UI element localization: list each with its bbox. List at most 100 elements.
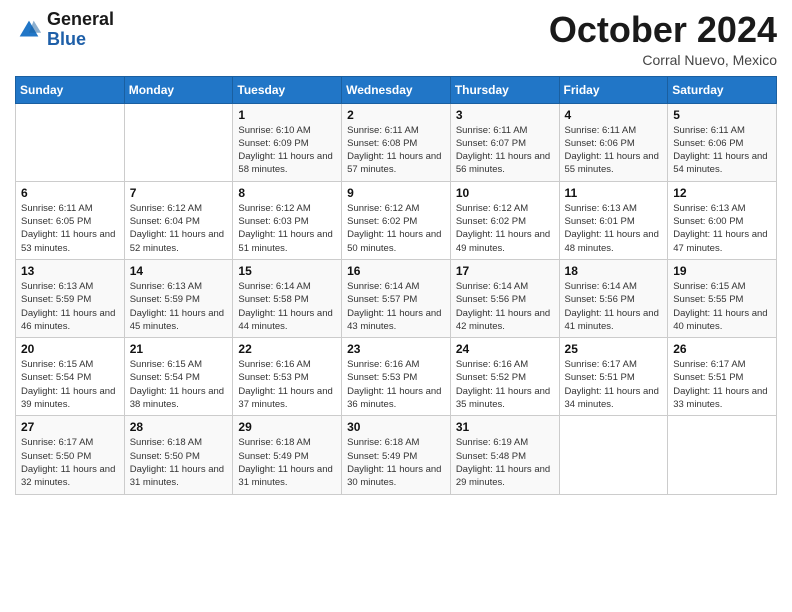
day-number: 14 (130, 264, 228, 278)
week-row-1: 1 Sunrise: 6:10 AM Sunset: 6:09 PM Daylig… (16, 103, 777, 181)
day-info: Sunrise: 6:15 AM Sunset: 5:54 PM Dayligh… (130, 358, 228, 411)
week-row-5: 27Sunrise: 6:17 AM Sunset: 5:50 PM Dayli… (16, 416, 777, 494)
page: General Blue October 2024 Corral Nuevo, … (0, 0, 792, 612)
day-cell: 30Sunrise: 6:18 AM Sunset: 5:49 PM Dayli… (342, 416, 451, 494)
col-monday: Monday (124, 76, 233, 103)
day-info: Sunrise: 6:17 AM Sunset: 5:51 PM Dayligh… (565, 358, 663, 411)
day-info: Sunrise: 6:15 AM Sunset: 5:55 PM Dayligh… (673, 280, 771, 333)
col-sunday: Sunday (16, 76, 125, 103)
day-cell (16, 103, 125, 181)
day-info: Sunrise: 6:13 AM Sunset: 6:00 PM Dayligh… (673, 202, 771, 255)
day-info: Sunrise: 6:16 AM Sunset: 5:53 PM Dayligh… (238, 358, 336, 411)
day-number: 21 (130, 342, 228, 356)
day-number: 7 (130, 186, 228, 200)
day-number: 23 (347, 342, 445, 356)
day-info: Sunrise: 6:17 AM Sunset: 5:51 PM Dayligh… (673, 358, 771, 411)
day-info: Sunrise: 6:14 AM Sunset: 5:57 PM Dayligh… (347, 280, 445, 333)
week-row-3: 13 Sunrise: 6:13 AM Sunset: 5:59 PM Dayli… (16, 259, 777, 337)
day-number: 19 (673, 264, 771, 278)
day-cell: 5 Sunrise: 6:11 AM Sunset: 6:06 PM Daylig… (668, 103, 777, 181)
day-cell: 7 Sunrise: 6:12 AM Sunset: 6:04 PM Daylig… (124, 181, 233, 259)
day-info: Sunrise: 6:11 AM Sunset: 6:08 PM Dayligh… (347, 124, 445, 177)
day-cell: 12Sunrise: 6:13 AM Sunset: 6:00 PM Dayli… (668, 181, 777, 259)
col-tuesday: Tuesday (233, 76, 342, 103)
day-cell: 26 Sunrise: 6:17 AM Sunset: 5:51 PM Dayli… (668, 338, 777, 416)
col-friday: Friday (559, 76, 668, 103)
day-number: 28 (130, 420, 228, 434)
day-info: Sunrise: 6:13 AM Sunset: 5:59 PM Dayligh… (130, 280, 228, 333)
day-info: Sunrise: 6:13 AM Sunset: 6:01 PM Dayligh… (565, 202, 663, 255)
day-info: Sunrise: 6:12 AM Sunset: 6:04 PM Dayligh… (130, 202, 228, 255)
logo: General Blue (15, 10, 114, 50)
day-cell: 21 Sunrise: 6:15 AM Sunset: 5:54 PM Dayli… (124, 338, 233, 416)
day-number: 1 (238, 108, 336, 122)
day-cell (124, 103, 233, 181)
day-cell: 15 Sunrise: 6:14 AM Sunset: 5:58 PM Dayli… (233, 259, 342, 337)
day-cell: 17Sunrise: 6:14 AM Sunset: 5:56 PM Dayli… (450, 259, 559, 337)
day-info: Sunrise: 6:11 AM Sunset: 6:06 PM Dayligh… (673, 124, 771, 177)
day-number: 25 (565, 342, 663, 356)
day-number: 16 (347, 264, 445, 278)
logo-icon (15, 16, 43, 44)
calendar-table: Sunday Monday Tuesday Wednesday Thursday… (15, 76, 777, 495)
day-info: Sunrise: 6:16 AM Sunset: 5:53 PM Dayligh… (347, 358, 445, 411)
day-number: 18 (565, 264, 663, 278)
day-cell: 10Sunrise: 6:12 AM Sunset: 6:02 PM Dayli… (450, 181, 559, 259)
col-wednesday: Wednesday (342, 76, 451, 103)
day-number: 3 (456, 108, 554, 122)
day-number: 29 (238, 420, 336, 434)
day-number: 26 (673, 342, 771, 356)
day-cell (559, 416, 668, 494)
day-number: 2 (347, 108, 445, 122)
day-cell: 14 Sunrise: 6:13 AM Sunset: 5:59 PM Dayli… (124, 259, 233, 337)
day-number: 15 (238, 264, 336, 278)
day-number: 5 (673, 108, 771, 122)
day-info: Sunrise: 6:10 AM Sunset: 6:09 PM Dayligh… (238, 124, 336, 177)
day-number: 24 (456, 342, 554, 356)
day-number: 31 (456, 420, 554, 434)
day-cell (668, 416, 777, 494)
header-row: Sunday Monday Tuesday Wednesday Thursday… (16, 76, 777, 103)
logo-blue: Blue (47, 29, 86, 49)
day-cell: 24Sunrise: 6:16 AM Sunset: 5:52 PM Dayli… (450, 338, 559, 416)
calendar-header: Sunday Monday Tuesday Wednesday Thursday… (16, 76, 777, 103)
day-number: 22 (238, 342, 336, 356)
day-cell: 29 Sunrise: 6:18 AM Sunset: 5:49 PM Dayli… (233, 416, 342, 494)
day-number: 6 (21, 186, 119, 200)
day-info: Sunrise: 6:13 AM Sunset: 5:59 PM Dayligh… (21, 280, 119, 333)
day-cell: 2 Sunrise: 6:11 AM Sunset: 6:08 PM Daylig… (342, 103, 451, 181)
day-info: Sunrise: 6:18 AM Sunset: 5:49 PM Dayligh… (238, 436, 336, 489)
day-cell: 31 Sunrise: 6:19 AM Sunset: 5:48 PM Dayli… (450, 416, 559, 494)
day-cell: 16 Sunrise: 6:14 AM Sunset: 5:57 PM Dayli… (342, 259, 451, 337)
col-saturday: Saturday (668, 76, 777, 103)
day-cell: 8Sunrise: 6:12 AM Sunset: 6:03 PM Daylig… (233, 181, 342, 259)
day-cell: 18Sunrise: 6:14 AM Sunset: 5:56 PM Dayli… (559, 259, 668, 337)
day-cell: 22 Sunrise: 6:16 AM Sunset: 5:53 PM Dayli… (233, 338, 342, 416)
day-cell: 6 Sunrise: 6:11 AM Sunset: 6:05 PM Daylig… (16, 181, 125, 259)
day-info: Sunrise: 6:11 AM Sunset: 6:05 PM Dayligh… (21, 202, 119, 255)
day-number: 8 (238, 186, 336, 200)
day-info: Sunrise: 6:14 AM Sunset: 5:56 PM Dayligh… (456, 280, 554, 333)
day-cell: 25 Sunrise: 6:17 AM Sunset: 5:51 PM Dayli… (559, 338, 668, 416)
title-block: October 2024 Corral Nuevo, Mexico (549, 10, 777, 68)
day-info: Sunrise: 6:17 AM Sunset: 5:50 PM Dayligh… (21, 436, 119, 489)
location: Corral Nuevo, Mexico (549, 52, 777, 68)
calendar-body: 1 Sunrise: 6:10 AM Sunset: 6:09 PM Daylig… (16, 103, 777, 494)
day-info: Sunrise: 6:14 AM Sunset: 5:58 PM Dayligh… (238, 280, 336, 333)
header: General Blue October 2024 Corral Nuevo, … (15, 10, 777, 68)
day-cell: 23 Sunrise: 6:16 AM Sunset: 5:53 PM Dayli… (342, 338, 451, 416)
day-cell: 13 Sunrise: 6:13 AM Sunset: 5:59 PM Dayli… (16, 259, 125, 337)
day-number: 13 (21, 264, 119, 278)
day-cell: 19 Sunrise: 6:15 AM Sunset: 5:55 PM Dayli… (668, 259, 777, 337)
day-number: 11 (565, 186, 663, 200)
day-cell: 20Sunrise: 6:15 AM Sunset: 5:54 PM Dayli… (16, 338, 125, 416)
week-row-2: 6 Sunrise: 6:11 AM Sunset: 6:05 PM Daylig… (16, 181, 777, 259)
day-cell: 1 Sunrise: 6:10 AM Sunset: 6:09 PM Daylig… (233, 103, 342, 181)
day-number: 30 (347, 420, 445, 434)
day-cell: 27Sunrise: 6:17 AM Sunset: 5:50 PM Dayli… (16, 416, 125, 494)
day-number: 10 (456, 186, 554, 200)
day-cell: 9Sunrise: 6:12 AM Sunset: 6:02 PM Daylig… (342, 181, 451, 259)
day-info: Sunrise: 6:19 AM Sunset: 5:48 PM Dayligh… (456, 436, 554, 489)
day-number: 9 (347, 186, 445, 200)
day-cell: 3Sunrise: 6:11 AM Sunset: 6:07 PM Daylig… (450, 103, 559, 181)
